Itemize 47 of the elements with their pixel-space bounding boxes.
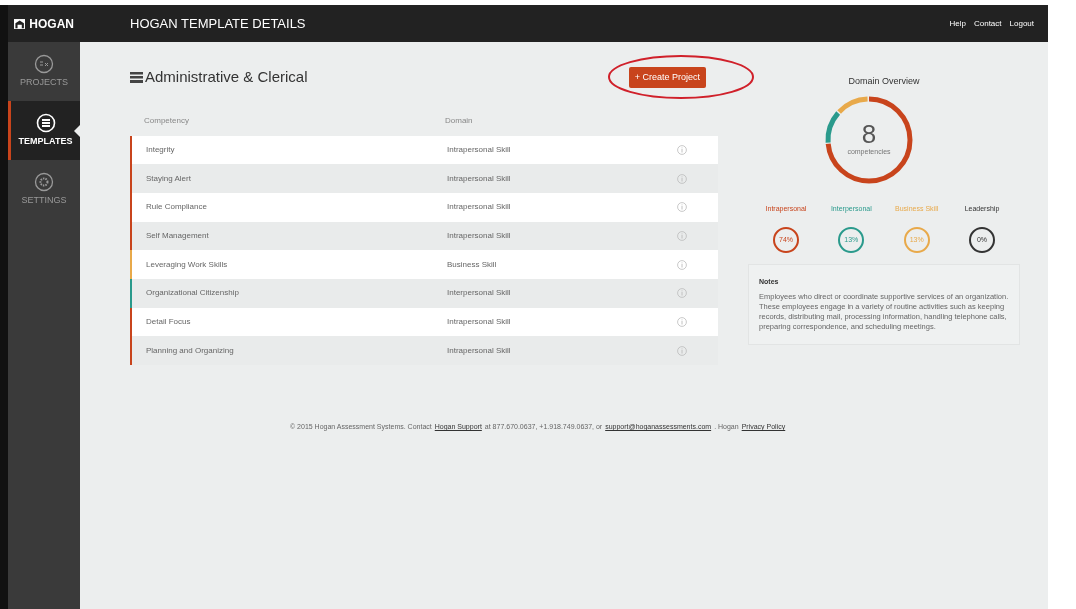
table-cell-text: Intrapersonal Skill (447, 143, 512, 156)
header-link[interactable]: Logout (1009, 17, 1034, 30)
overview-title: Domain Overview (848, 75, 920, 88)
stack-icon (130, 71, 143, 83)
info-icon[interactable] (677, 345, 687, 356)
table-cell-text: Intrapersonal Skill (447, 315, 512, 328)
table-cell-text: Organizational Citizenship (146, 287, 240, 300)
table-cell-text: Detail Focus (146, 315, 192, 328)
info-icon[interactable] (677, 230, 687, 241)
create-project-button[interactable]: + Create Project (628, 66, 706, 88)
info-icon[interactable] (677, 144, 687, 155)
info-icon[interactable] (677, 316, 687, 327)
house-icon (14, 16, 26, 31)
stack-circle-icon (35, 112, 56, 133)
sidebar-item[interactable]: PROJECTS (8, 42, 80, 101)
info-icon[interactable] (677, 288, 687, 299)
gear-icon (34, 171, 54, 192)
page-title: Administrative & Clerical (145, 67, 308, 87)
page-header-title: HOGAN TEMPLATE DETAILS (130, 14, 306, 33)
header-link[interactable]: Help (949, 17, 966, 30)
table-cell-text: Intrapersonal Skill (447, 172, 512, 185)
table-row[interactable]: Rule Compliance Intrapersonal Skill (130, 192, 718, 222)
table-cell-text: Rule Compliance (146, 201, 208, 214)
table-cell-text: Intrapersonal Skill (447, 344, 512, 357)
logo[interactable]: HOGAN (8, 5, 80, 42)
table-cell-text: Intrapersonal Skill (447, 201, 512, 214)
table-cell-text: Integrity (146, 143, 176, 156)
info-icon[interactable] (677, 259, 687, 270)
table-cell-text: Business Skill (447, 258, 498, 271)
table-row[interactable]: Leveraging Work Skills Business Skill (130, 250, 718, 279)
table-cell-text: Intrapersonal Skill (447, 229, 512, 242)
competency-count: 8 (861, 121, 877, 148)
column-header: Domain (445, 114, 473, 127)
sidebar-item[interactable]: SETTINGS (8, 160, 80, 219)
table-row[interactable]: Integrity Intrapersonal Skill (130, 135, 718, 165)
info-icon[interactable] (677, 173, 687, 184)
header-link[interactable]: Contact (973, 17, 1002, 30)
table-cell-text: Leveraging Work Skills (146, 258, 229, 271)
info-icon[interactable] (677, 202, 687, 213)
table-cell-text: Staying Alert (146, 172, 192, 185)
sign-circle-icon (34, 53, 54, 74)
sidebar-item[interactable]: TEMPLATES (8, 101, 80, 160)
column-header: Competency (144, 114, 190, 127)
table-cell-text: Interpersonal Skill (447, 287, 512, 300)
table-row[interactable]: Detail Focus Intrapersonal Skill (130, 307, 718, 337)
table-cell-text: Planning and Organizing (146, 344, 235, 357)
table-cell-text: Self Management (146, 229, 210, 242)
